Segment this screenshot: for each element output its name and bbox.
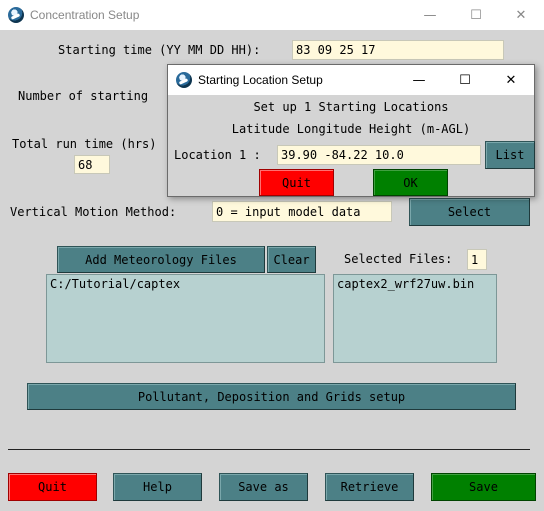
run-time-label: Total run time (hrs) [12,137,157,151]
vertical-select-button[interactable]: Select [409,198,530,226]
dialog-heading: Set up 1 Starting Locations [253,100,449,114]
minimize-icon[interactable]: — [407,0,453,30]
globe-icon [176,72,192,88]
selected-files-count: 1 [467,249,487,270]
vertical-motion-input[interactable]: 0 = input model data [212,201,392,222]
location-input[interactable]: 39.90 -84.22 10.0 [277,145,481,165]
dialog-title: Starting Location Setup [198,73,323,87]
file-list[interactable]: captex2_wrf27uw.bin [333,274,497,363]
start-time-input[interactable]: 83 09 25 17 [292,40,504,60]
dialog-quit-button[interactable]: Quit [259,169,334,196]
selected-files-label: Selected Files: [344,252,453,266]
list-button[interactable]: List [485,141,535,169]
run-time-input[interactable]: 68 [74,155,110,174]
directory-list[interactable]: C:/Tutorial/captex [46,274,325,363]
quit-button[interactable]: Quit [8,473,97,501]
maximize-icon[interactable]: ☐ [453,0,499,30]
vertical-motion-label: Vertical Motion Method: [10,205,177,219]
num-locations-label: Number of starting [18,89,149,103]
list-item[interactable]: captex2_wrf27uw.bin [337,277,493,291]
save-button[interactable]: Save [431,473,536,501]
save-as-button[interactable]: Save as [219,473,308,501]
dialog-minimize-icon[interactable]: — [396,65,442,95]
divider [8,449,530,450]
location-label: Location 1 : [174,148,261,162]
start-time-label: Starting time (YY MM DD HH): [58,43,261,57]
dialog-column-headers: Latitude Longitude Height (m-AGL) [231,122,471,136]
starting-location-dialog: Starting Location Setup — ☐ ✕ Set up 1 S… [167,64,535,197]
add-meteorology-button[interactable]: Add Meteorology Files [57,246,265,273]
pollutant-setup-button[interactable]: Pollutant, Deposition and Grids setup [27,383,516,410]
help-button[interactable]: Help [113,473,202,501]
dialog-ok-button[interactable]: OK [373,169,448,196]
globe-icon [8,7,24,23]
close-icon[interactable]: ✕ [498,0,544,30]
dialog-maximize-icon[interactable]: ☐ [442,65,488,95]
dialog-close-icon[interactable]: ✕ [488,65,534,95]
retrieve-button[interactable]: Retrieve [325,473,414,501]
clear-button[interactable]: Clear [267,246,316,273]
list-item[interactable]: C:/Tutorial/captex [50,277,321,291]
window-title: Concentration Setup [30,8,140,22]
